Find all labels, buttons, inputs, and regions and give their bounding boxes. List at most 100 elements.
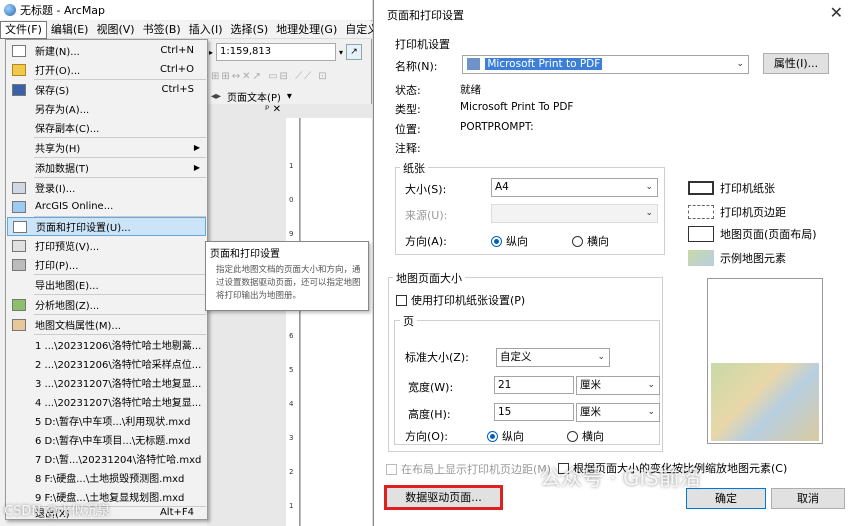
type-value: Microsoft Print To PDF bbox=[460, 101, 574, 113]
recent-file-item[interactable]: 2 ...\20231206\洛特忙哈采样点位... bbox=[7, 354, 206, 373]
portrait2-radio[interactable]: 纵向 bbox=[487, 428, 524, 444]
menu-item-share-as[interactable]: 共享为(H) ▶ bbox=[7, 138, 206, 157]
ruler-tick: 2 bbox=[289, 468, 294, 476]
page-setup-icon bbox=[13, 220, 27, 233]
page-preview bbox=[707, 278, 823, 444]
name-label: 名称(N): bbox=[395, 60, 438, 73]
menu-item-analyze-map[interactable]: 分析地图(Z)... bbox=[7, 295, 206, 314]
menu-item-doc-properties[interactable]: 地图文档属性(M)... bbox=[7, 315, 206, 334]
std-size-select[interactable]: 自定义 ⌄ bbox=[496, 348, 610, 367]
doc-properties-icon bbox=[12, 318, 26, 331]
recent-file-item[interactable]: 4 ...\20231207\洛特忙哈土地复显... bbox=[7, 392, 206, 411]
recent-file-item[interactable]: 1 ...\20231206\洛特忙哈土地剔蒿... bbox=[7, 335, 206, 354]
pane-pin-close[interactable]: ᵖ ✕ bbox=[207, 104, 287, 120]
width-unit-select[interactable]: 厘米 ⌄ bbox=[576, 376, 660, 395]
close-icon[interactable]: ✕ bbox=[830, 3, 843, 22]
menu-item-save[interactable]: 保存(S) Ctrl+S bbox=[7, 80, 206, 99]
height-input[interactable]: 15 bbox=[494, 403, 574, 421]
scale-box[interactable]: 1:159,813 bbox=[216, 43, 337, 61]
menu-item-save-copy[interactable]: 保存副本(C)... bbox=[7, 118, 206, 137]
dropdown-arrow-icon[interactable]: ▸ bbox=[209, 48, 213, 57]
chevron-down-icon: ⌄ bbox=[647, 407, 655, 417]
menu-file[interactable]: 文件(F) bbox=[0, 20, 47, 39]
page-text-arrow-icon[interactable]: ▾ bbox=[287, 91, 292, 102]
cancel-button[interactable]: 取消 bbox=[771, 488, 845, 509]
status-label: 状态: bbox=[395, 84, 421, 97]
recent-file-item[interactable]: 5 D:\暂存\中车项...\利用现状.mxd bbox=[7, 411, 206, 430]
menu-item-save-as[interactable]: 另存为(A)... bbox=[7, 99, 206, 118]
menu-item-sign-in[interactable]: 登录(I)... bbox=[7, 178, 206, 197]
width-label: 宽度(W): bbox=[408, 381, 454, 394]
chevron-down-icon: ⌄ bbox=[645, 182, 653, 192]
menu-item-add-data[interactable]: 添加数据(T) ▶ bbox=[7, 158, 206, 177]
menu-item-new[interactable]: 新建(N)... Ctrl+N bbox=[7, 41, 206, 60]
menu-geoprocessing[interactable]: 地理处理(G) bbox=[272, 21, 341, 39]
menu-selection[interactable]: 选择(S) bbox=[227, 21, 273, 39]
chevron-down-icon: ⌄ bbox=[647, 380, 655, 390]
preview-map-image bbox=[711, 363, 819, 441]
printer-group-label: 打印机设置 bbox=[392, 36, 453, 52]
height-label: 高度(H): bbox=[408, 408, 451, 421]
file-menu: 新建(N)... Ctrl+N 打开(O)... Ctrl+O 保存(S) Ct… bbox=[5, 39, 208, 520]
source-label: 来源(U): bbox=[405, 209, 448, 222]
recent-file-item[interactable]: 8 F:\硬盘...\土地损毁预测图.mxd bbox=[7, 468, 206, 487]
layout-page[interactable] bbox=[300, 118, 372, 526]
analyze-map-icon bbox=[12, 298, 26, 311]
ruler-tick: 5 bbox=[289, 366, 294, 374]
menu-item-print[interactable]: 打印(P)... bbox=[7, 255, 206, 274]
window-title: 无标题 - ArcMap bbox=[20, 4, 106, 17]
paper-size-select[interactable]: A4 ⌄ bbox=[491, 178, 658, 197]
ruler-tick: 4 bbox=[289, 400, 294, 408]
layout-arrow-icon[interactable]: ◂▸ bbox=[211, 91, 221, 102]
menu-item-arcgis-online[interactable]: ArcGIS Online... bbox=[7, 197, 206, 216]
width-input[interactable]: 21 bbox=[494, 376, 574, 394]
save-icon bbox=[12, 83, 26, 96]
printer-name-select[interactable]: Microsoft Print to PDF ⌄ bbox=[462, 55, 749, 74]
menu-bar: 文件(F) 编辑(E) 视图(V) 书签(B) 插入(I) 选择(S) 地理处理… bbox=[0, 20, 390, 39]
menu-insert[interactable]: 插入(I) bbox=[185, 21, 227, 39]
menu-item-export-map[interactable]: 导出地图(E)... bbox=[7, 275, 206, 294]
tooltip-body: 指定此地图文档的页面大小和方向，通过设置数据驱动页面，还可以指定地图将打印输出为… bbox=[216, 265, 361, 301]
data-driven-pages-button[interactable]: 数据驱动页面... bbox=[384, 485, 503, 510]
legend-printer-margins: 打印机页边距 bbox=[688, 204, 786, 220]
menu-bookmarks[interactable]: 书签(B) bbox=[139, 21, 185, 39]
dialog-title: 页面和打印设置 bbox=[387, 9, 464, 22]
sign-in-icon bbox=[12, 181, 26, 194]
landscape-radio[interactable]: 横向 bbox=[572, 233, 609, 249]
type-label: 类型: bbox=[395, 103, 421, 116]
use-printer-paper-checkbox[interactable]: 使用打印机纸张设置(P) bbox=[396, 292, 525, 308]
page-setup-tooltip: 页面和打印设置 指定此地图文档的页面大小和方向，通过设置数据驱动页面，还可以指定… bbox=[205, 241, 369, 311]
recent-file-item[interactable]: 7 D:\暂...\20231204\洛特忙哈.mxd bbox=[7, 449, 206, 468]
submenu-arrow-icon: ▶ bbox=[193, 163, 200, 172]
vertical-ruler: 1 0 9 8 7 6 5 4 3 2 1 bbox=[286, 118, 300, 526]
print-preview-icon bbox=[12, 239, 26, 252]
ruler-tick: 9 bbox=[289, 230, 294, 238]
portrait-radio[interactable]: 纵向 bbox=[491, 233, 528, 249]
size-label: 大小(S): bbox=[405, 183, 447, 196]
paper-source-select[interactable]: ⌄ bbox=[491, 204, 658, 223]
show-margins-checkbox[interactable]: 在布局上显示打印机页边距(M) bbox=[386, 461, 551, 477]
recent-file-item[interactable]: 6 D:\暂存\中车项目...\无标题.mxd bbox=[7, 430, 206, 449]
printer-margins-swatch-icon bbox=[688, 205, 714, 219]
editor-tool-icon[interactable]: ↗ bbox=[346, 44, 363, 60]
menu-item-print-preview[interactable]: 打印预览(V)... bbox=[7, 236, 206, 255]
menu-edit[interactable]: 编辑(E) bbox=[47, 21, 93, 39]
watermark-left: CSDN @水似沉泉 bbox=[4, 504, 111, 519]
menu-item-open[interactable]: 打开(O)... Ctrl+O bbox=[7, 60, 206, 79]
standard-toolbar: ▸ 1:159,813 ▾ ↗ bbox=[207, 40, 372, 64]
orientation-label: 方向(A): bbox=[405, 235, 447, 248]
menu-item-page-setup[interactable]: 页面和打印设置(U)... bbox=[7, 217, 206, 236]
height-unit-select[interactable]: 厘米 ⌄ bbox=[576, 403, 660, 422]
legend-map-page: 地图页面(页面布局) bbox=[688, 226, 817, 242]
menu-view[interactable]: 视图(V) bbox=[92, 21, 138, 39]
layout-toolbar: ◂▸ 页面文本(P) ▾ bbox=[207, 86, 372, 106]
recent-file-item[interactable]: 3 ...\20231207\洛特忙哈土地复显... bbox=[7, 373, 206, 392]
scale-dropdown-icon[interactable]: ▾ bbox=[339, 48, 343, 57]
watermark-right: 公众号 · GIS前沿 bbox=[540, 466, 701, 490]
where-value: PORTPROMPT: bbox=[460, 121, 534, 133]
landscape2-radio[interactable]: 横向 bbox=[567, 428, 604, 444]
properties-button[interactable]: 属性(I)... bbox=[763, 53, 829, 74]
orientation2-label: 方向(O): bbox=[405, 430, 448, 443]
page-text-dropdown[interactable]: 页面文本(P) bbox=[227, 89, 281, 104]
status-value: 就绪 bbox=[460, 84, 481, 96]
